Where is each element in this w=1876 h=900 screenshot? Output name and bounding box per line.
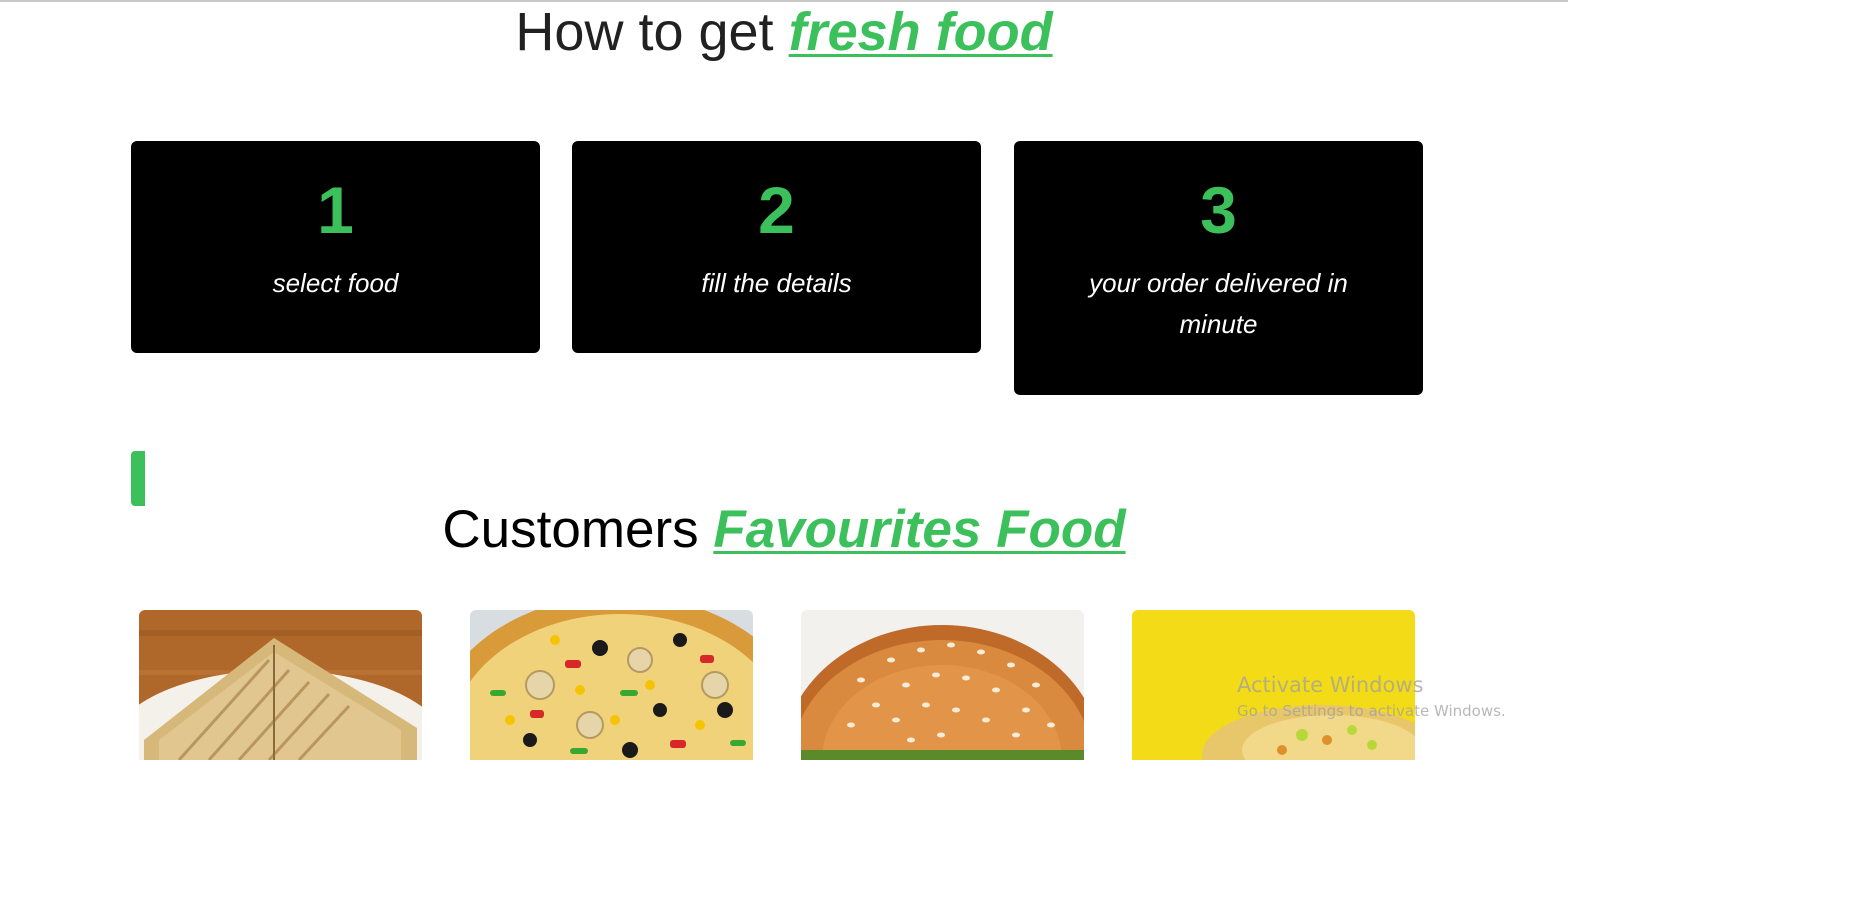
- activate-windows-watermark: Activate Windows Go to Settings to activ…: [1237, 672, 1506, 724]
- step-text: your order delivered in minute: [1089, 268, 1348, 339]
- step-card-2: 2 fill the details: [572, 141, 981, 353]
- step-number: 3: [1200, 173, 1237, 247]
- step-number: 2: [758, 173, 795, 247]
- how-to-heading-prefix: How to get: [515, 2, 774, 62]
- how-to-heading: How to get fresh food: [0, 2, 1568, 62]
- step-card-1: 1 select food: [131, 141, 540, 353]
- food-card-sandwich[interactable]: [139, 610, 422, 760]
- sandwich-image: [139, 610, 422, 760]
- watermark-subtitle: Go to Settings to activate Windows.: [1237, 702, 1506, 720]
- favourites-heading: Customers Favourites Food: [0, 500, 1568, 560]
- step-number: 1: [317, 173, 354, 247]
- food-card-pizza[interactable]: [470, 610, 753, 760]
- step-card-3: 3 your order delivered in minute: [1014, 141, 1423, 395]
- step-text: fill the details: [701, 268, 852, 298]
- food-card-burger[interactable]: [801, 610, 1084, 760]
- favourites-heading-prefix: Customers: [442, 500, 699, 559]
- pizza-image: [470, 610, 753, 760]
- section-marker: [131, 451, 145, 506]
- step-text: select food: [272, 268, 399, 298]
- favourites-heading-accent: Favourites Food: [713, 500, 1126, 559]
- burger-image: [801, 610, 1084, 760]
- watermark-title: Activate Windows: [1237, 673, 1424, 697]
- how-to-heading-accent: fresh food: [788, 2, 1053, 62]
